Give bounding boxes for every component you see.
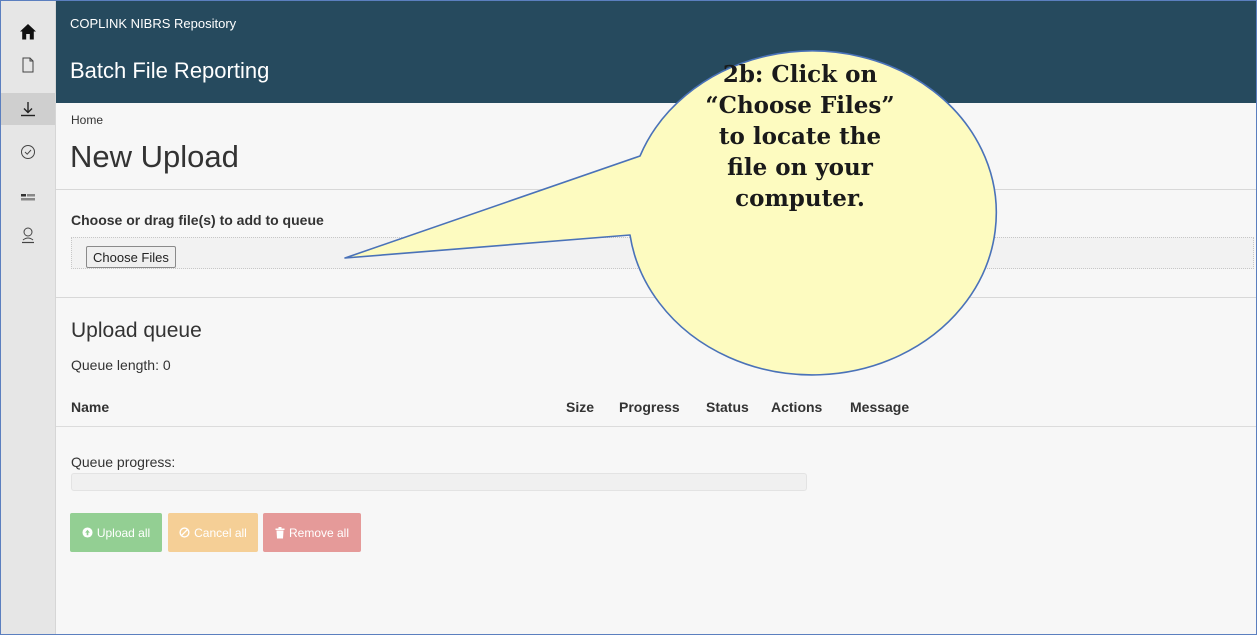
document-icon: [22, 57, 34, 73]
column-header-status: Status: [706, 399, 749, 415]
rail-item-document[interactable]: [1, 49, 55, 81]
ban-icon: [179, 527, 190, 538]
page-title: New Upload: [70, 139, 239, 174]
cancel-all-label: Cancel all: [194, 525, 247, 540]
trash-icon: [275, 526, 285, 538]
download-icon: [21, 102, 35, 117]
column-header-name: Name: [71, 399, 110, 415]
dropzone-label: Choose or drag file(s) to add to queue: [71, 212, 324, 228]
rail-item-list[interactable]: [1, 182, 55, 214]
app-window: COPLINK NIBRS Repository Batch File Repo…: [0, 0, 1257, 635]
rail-item-download[interactable]: [1, 93, 55, 125]
file-dropzone[interactable]: Choose Files: [71, 237, 1254, 269]
upload-all-button[interactable]: Upload all: [70, 513, 162, 552]
section-title: Batch File Reporting: [70, 58, 270, 83]
column-header-message: Message: [850, 399, 910, 415]
remove-all-label: Remove all: [288, 525, 350, 540]
icon-rail: [1, 1, 56, 634]
rail-item-home[interactable]: [1, 16, 55, 48]
upload-circle-icon: [82, 527, 93, 538]
app-header: COPLINK NIBRS Repository Batch File Repo…: [56, 1, 1256, 103]
app-name: COPLINK NIBRS Repository: [70, 16, 237, 31]
column-header-actions: Actions: [771, 399, 823, 415]
column-header-progress: Progress: [619, 399, 680, 415]
choose-files-button[interactable]: Choose Files: [86, 246, 176, 268]
upload-all-label: Upload all: [96, 525, 151, 540]
divider: [56, 189, 1256, 190]
divider: [56, 297, 1256, 298]
list-icon: [21, 194, 35, 201]
rail-item-validated[interactable]: [1, 136, 55, 168]
main-content: Home New Upload Choose or drag file(s) t…: [56, 103, 1256, 634]
divider: [56, 426, 1256, 427]
queue-progress-bar: [71, 473, 807, 491]
queue-length: Queue length: 0: [71, 357, 171, 373]
rail-item-user[interactable]: [1, 219, 55, 251]
queue-title: Upload queue: [71, 319, 202, 342]
user-icon: [22, 227, 34, 244]
breadcrumb[interactable]: Home: [71, 113, 103, 127]
queue-progress-label: Queue progress:: [71, 454, 176, 470]
check-circle-icon: [21, 145, 35, 159]
remove-all-button[interactable]: Remove all: [263, 513, 361, 552]
column-header-size: Size: [566, 399, 595, 415]
home-icon: [20, 24, 36, 40]
cancel-all-button[interactable]: Cancel all: [168, 513, 258, 552]
